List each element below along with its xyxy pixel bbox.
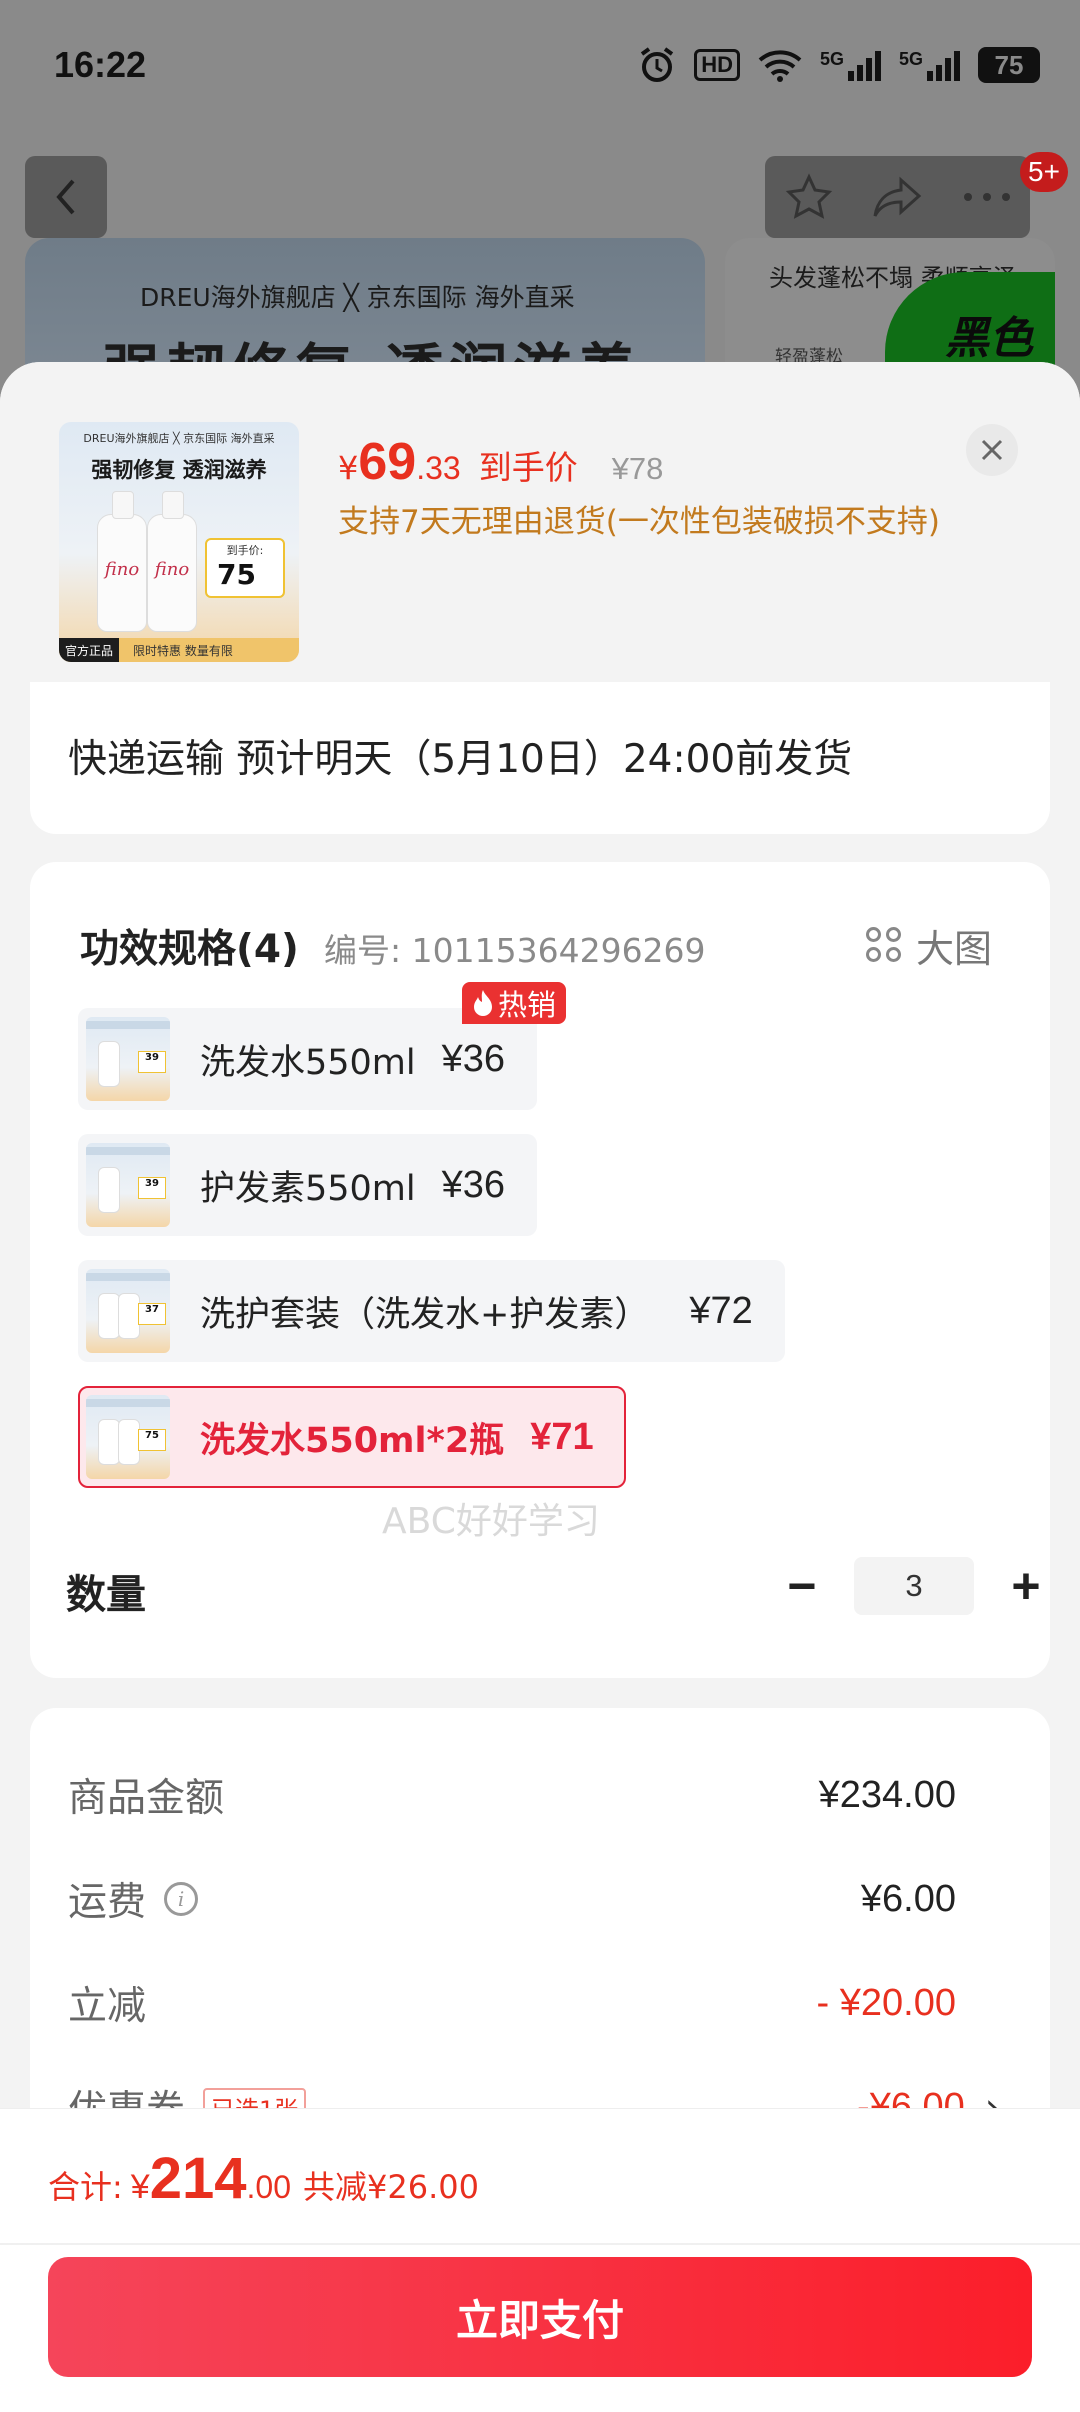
thumb-footer: 官方正品 限时特惠 数量有限 [59,638,299,662]
signal-5g-icon-2: 5G [899,49,960,81]
thumb-title: 强韧修复 透润滋养 [91,458,267,482]
option-thumbnail: 39 [86,1017,170,1101]
option-thumbnail: 39 [86,1143,170,1227]
product-thumbnail[interactable]: DREU海外旗舰店 ╳ 京东国际 海外直采 强韧修复 透润滋养 fino fin… [59,422,299,662]
price-decimal: .33 [416,450,461,486]
shipping-text: 快递运输 预计明天（5月10日）24:00前发货 [68,737,853,782]
hd-icon: HD [694,49,740,81]
price-line: ¥ 69 .33 到手价 ¥78 [338,432,663,492]
option-name: 护发素550ml [200,1168,416,1209]
decrease-button[interactable]: − [770,1554,834,1618]
total-saving: 共减¥26.00 [302,2168,479,2206]
summary-label: 商品金额 [68,1776,225,1821]
divider [0,2243,1080,2245]
shipping-card: 快递运输 预计明天（5月10日）24:00前发货 [30,682,1050,834]
option-name: 洗发水550ml [200,1042,416,1083]
nav-actions [765,156,1030,238]
watermark: ABC好好学习 [382,1501,600,1542]
signal-5g-icon-1: 5G [820,49,881,81]
original-price: ¥78 [611,451,664,486]
status-bar: 16:22 HD 5G 5G 75 [0,0,1080,140]
alarm-icon [641,47,674,82]
quantity-stepper: − + [770,1554,1058,1618]
share-icon[interactable] [871,172,925,222]
option-price: ¥71 [530,1415,594,1458]
wifi-icon [758,50,802,82]
status-icons: HD 5G 5G 75 [638,46,1040,84]
large-view-label: 大图 [916,927,993,971]
pay-now-button[interactable]: 立即支付 [48,2257,1032,2377]
summary-label-wrap: 运费 i [68,1871,199,1927]
summary-row-shipping: 运费 i ¥6.00 [68,1864,1000,1934]
grid-icon [866,926,904,965]
option-name: 洗发水550ml*2瓶 [200,1420,505,1461]
spec-option-selected[interactable]: 75 洗发水550ml*2瓶 ¥71 [78,1386,626,1488]
total-symbol: ¥ [130,2168,150,2206]
option-price: ¥72 [689,1289,753,1332]
option-thumbnail: 37 [86,1269,170,1353]
total-decimal: .00 [246,2169,291,2205]
chevron-left-icon [56,179,75,215]
flame-icon [474,990,492,1016]
status-time: 16:22 [54,44,147,85]
large-view-toggle[interactable]: 大图 [866,918,992,973]
total-line: 合计: ¥ 214 .00 共减¥26.00 [48,2145,479,2212]
sheet-header: DREU海外旗舰店 ╳ 京东国际 海外直采 强韧修复 透润滋养 fino fin… [0,362,1080,702]
star-icon[interactable] [784,172,834,222]
thumb-price-box: 到手价: 75 [205,538,285,598]
message-badge: 5+ [1020,152,1068,192]
battery-icon: 75 [978,47,1040,83]
info-icon[interactable]: i [164,1882,199,1916]
return-policy: 支持7天无理由退货(一次性包装破损不支持) [338,504,940,540]
purchase-sheet: DREU海外旗舰店 ╳ 京东国际 海外直采 强韧修复 透润滋养 fino fin… [0,362,1080,2412]
total-label: 合计: [48,2168,123,2206]
spec-title: 功效规格(4) [80,927,299,972]
more-icon[interactable] [962,191,1012,203]
spec-option[interactable]: 39 护发素550ml ¥36 [78,1134,538,1236]
bottle-image: fino [97,491,147,632]
thumb-store: DREU海外旗舰店 ╳ 京东国际 海外直采 [83,432,275,445]
close-button[interactable] [966,424,1018,476]
banner-store: DREU海外旗舰店 ╳ 京东国际 海外直采 [140,283,575,312]
quantity-label: 数量 [66,1572,146,1618]
product-code: 编号: 10115364296269 [324,931,706,970]
summary-value: ¥6.00 [860,1877,956,1920]
summary-value: - ¥20.00 [816,1981,956,2024]
total-integer: 214 [149,2146,247,2211]
spec-card: 功效规格(4) 编号: 10115364296269 大图 39 洗发水550m… [30,862,1050,1678]
bottle-image: fino [147,491,197,632]
checkout-footer: 合计: ¥ 214 .00 共减¥26.00 立即支付 [0,2108,1080,2412]
quantity-input[interactable] [854,1557,974,1615]
increase-button[interactable]: + [994,1554,1058,1618]
price-integer: 69 [358,433,417,491]
price-label: 到手价 [478,448,578,487]
spec-option[interactable]: 37 洗护套装（洗发水+护发素） ¥72 [78,1260,785,1362]
summary-value: ¥234.00 [818,1773,956,1816]
summary-label: 运费 [68,1880,147,1925]
summary-row-goods: 商品金额 ¥234.00 [68,1760,1000,1830]
hot-sale-badge: 热销 [462,982,567,1024]
option-price: ¥36 [441,1037,506,1080]
option-price: ¥36 [441,1163,506,1206]
option-thumbnail: 75 [86,1395,170,1479]
price-symbol: ¥ [338,449,359,487]
summary-label: 立减 [68,1984,147,2029]
back-button[interactable] [25,156,107,238]
close-icon [981,439,1003,461]
option-name: 洗护套装（洗发水+护发素） [200,1294,650,1335]
summary-row-discount: 立减 - ¥20.00 [68,1968,1000,2038]
